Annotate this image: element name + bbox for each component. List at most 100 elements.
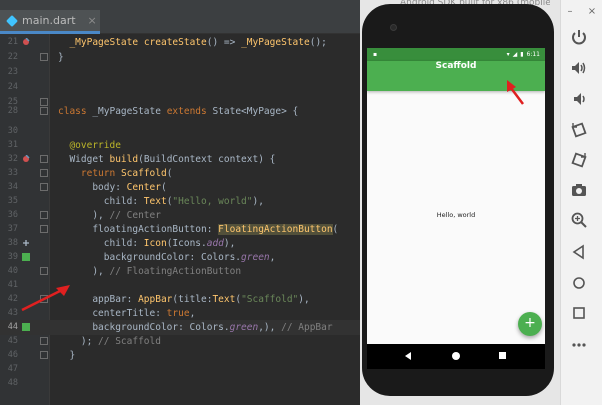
code-line: 39 backgroundColor: Colors.green, (0, 250, 360, 265)
overview-icon (573, 307, 585, 319)
code-line: 22 } (0, 50, 360, 65)
rotate-right-button[interactable] (565, 148, 593, 172)
line-number: 34 (7, 182, 18, 192)
code-text: ), // FloatingActionButton (58, 266, 242, 277)
code-text: } (58, 350, 76, 361)
line-number: 46 (7, 350, 18, 360)
code-text: child: Text("Hello, world"), (58, 196, 264, 207)
nav-recents-icon[interactable] (499, 352, 506, 359)
code-line: 21 _MyPageState createState() => _MyPage… (0, 35, 360, 50)
status-bar: ▪ ▾ ◢ ▮ 6:11 (367, 48, 545, 61)
code-text: ); // Scaffold (58, 336, 161, 347)
code-text: @override (69, 140, 121, 151)
device-screen[interactable]: ▪ ▾ ◢ ▮ 6:11 Scaffold Hello, world + (367, 48, 545, 344)
screenshot-button[interactable] (565, 178, 593, 202)
code-line: 23 (0, 65, 360, 80)
code-text: backgroundColor: Colors.green, (58, 252, 276, 263)
rotate-left-icon (571, 122, 587, 138)
add-icon-preview (23, 240, 29, 246)
home-button[interactable] (565, 271, 593, 295)
floating-action-button[interactable]: + (518, 312, 542, 336)
volume-up-button[interactable] (565, 56, 593, 80)
line-number: 30 (7, 126, 18, 136)
code-line: 36 ), // Center (0, 208, 360, 223)
rotate-left-button[interactable] (565, 118, 593, 142)
wifi-icon: ▾ (506, 51, 510, 58)
dart-file-icon (6, 14, 18, 27)
line-number: 43 (7, 308, 18, 318)
override-marker-icon[interactable] (22, 38, 30, 46)
fold-marker-icon[interactable] (40, 53, 48, 61)
signal-icon: ◢ (512, 51, 518, 58)
line-number: 28 (7, 106, 18, 116)
home-icon (573, 277, 585, 289)
back-button[interactable] (565, 240, 593, 264)
code-line: 28 class _MyPageState extends State<MyPa… (0, 104, 360, 119)
line-number: 36 (7, 210, 18, 220)
minimize-button[interactable]: – (560, 6, 580, 17)
volume-down-icon (574, 93, 585, 105)
color-swatch-icon[interactable] (22, 323, 30, 331)
code-line: 35 child: Text("Hello, world"), (0, 194, 360, 209)
code-line: 47 (0, 362, 360, 377)
code-line: 40 ), // FloatingActionButton (0, 264, 360, 279)
code-line: 46 } (0, 348, 360, 363)
tab-label: main.dart (22, 14, 76, 27)
fold-marker-icon[interactable] (40, 107, 48, 115)
code-line: 48 (0, 376, 360, 391)
code-line: 33 return Scaffold( (0, 166, 360, 181)
close-button[interactable]: × (582, 6, 602, 17)
power-icon (572, 30, 586, 45)
fold-marker-icon[interactable] (40, 225, 48, 233)
code-text: return Scaffold( (80, 168, 173, 179)
more-icon (572, 343, 586, 347)
android-nav-bar (367, 344, 545, 369)
tab-main-dart[interactable]: main.dart × (0, 10, 100, 34)
notification-icon: ▪ (373, 51, 378, 58)
line-number: 41 (7, 280, 18, 290)
battery-icon: ▮ (520, 51, 524, 58)
fold-marker-icon[interactable] (40, 337, 48, 345)
more-button[interactable] (565, 333, 593, 357)
fold-marker-icon[interactable] (40, 351, 48, 359)
override-marker-icon[interactable] (22, 155, 30, 163)
nav-back-icon[interactable] (405, 352, 411, 360)
status-icons: ▾ ◢ ▮ 6:11 (507, 51, 540, 58)
code-text: _MyPageState createState() => _MyPageSta… (69, 37, 327, 48)
body-text: Hello, world (436, 211, 476, 219)
line-number: 33 (7, 168, 18, 178)
fold-marker-icon[interactable] (40, 183, 48, 191)
fold-marker-icon[interactable] (40, 267, 48, 275)
code-editor[interactable]: 21 _MyPageState createState() => _MyPage… (0, 34, 360, 405)
line-number: 23 (7, 67, 18, 77)
line-number: 35 (7, 196, 18, 206)
line-number: 21 (7, 37, 18, 47)
code-text: centerTitle: true, (58, 308, 196, 319)
line-number: 45 (7, 336, 18, 346)
overview-button[interactable] (565, 301, 593, 325)
volume-down-button[interactable] (565, 87, 593, 111)
code-text: ), // Center (58, 210, 161, 221)
fold-marker-icon[interactable] (40, 169, 48, 177)
line-number: 42 (7, 294, 18, 304)
back-icon (572, 244, 584, 260)
fold-marker-icon[interactable] (40, 155, 48, 163)
line-number: 31 (7, 140, 18, 150)
line-number: 24 (7, 82, 18, 92)
nav-home-icon[interactable] (452, 352, 460, 360)
volume-up-icon (572, 62, 586, 74)
code-line-current: 44 backgroundColor: Colors.green,), // A… (0, 320, 360, 335)
line-number: 47 (7, 364, 18, 374)
color-swatch-icon[interactable] (22, 253, 30, 261)
rotate-right-icon (571, 152, 587, 168)
line-number: 44 (7, 322, 18, 332)
status-time: 6:11 (526, 51, 540, 58)
code-text: appBar: AppBar(title:Text("Scaffold"), (58, 294, 310, 305)
fold-marker-icon[interactable] (40, 211, 48, 219)
power-button[interactable] (565, 25, 593, 49)
zoom-button[interactable] (565, 208, 593, 232)
code-line: 45 ); // Scaffold (0, 334, 360, 349)
close-tab-icon[interactable]: × (88, 14, 97, 27)
line-number: 40 (7, 266, 18, 276)
camera-icon (572, 184, 586, 196)
